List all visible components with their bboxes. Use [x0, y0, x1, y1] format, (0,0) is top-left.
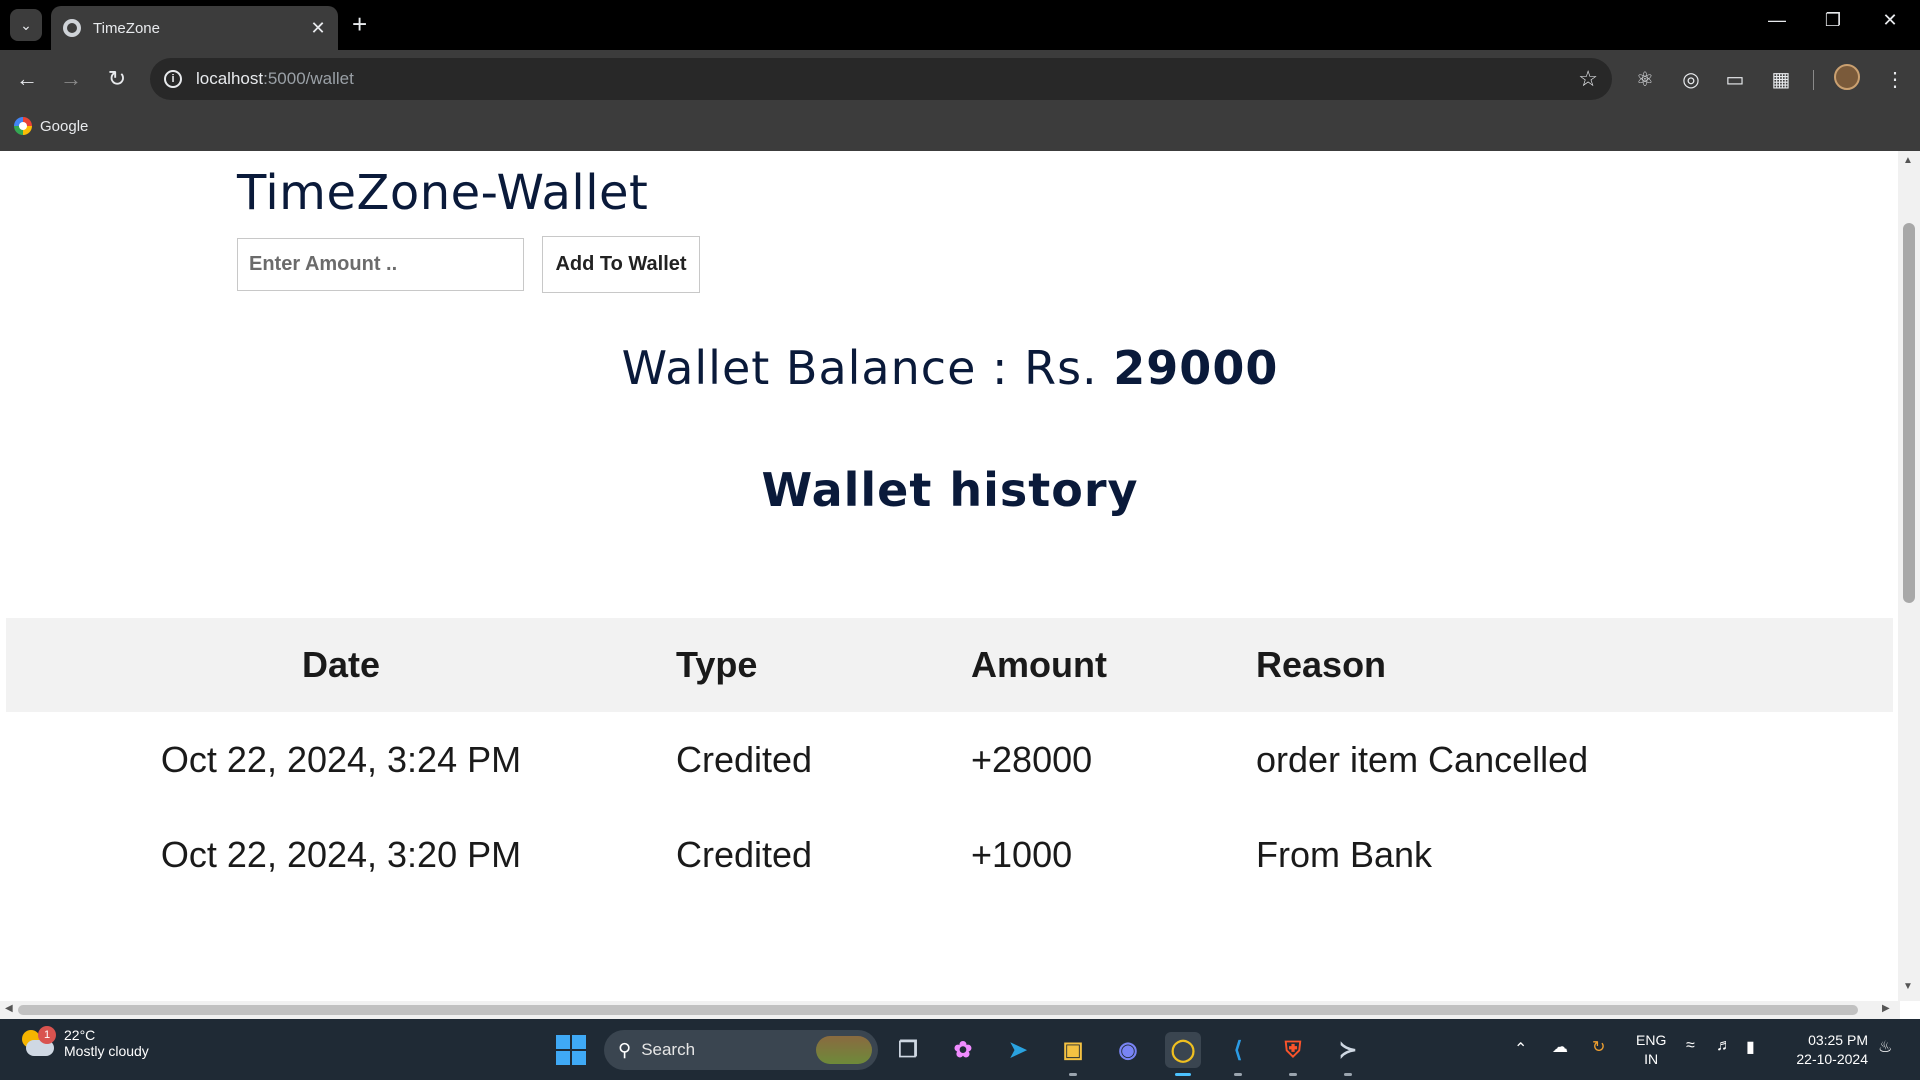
windows-taskbar: 1 22°C Mostly cloudy ⚲ Search ❐ ✿ ➤ ▣ ◉ … [0, 1019, 1920, 1080]
address-bar[interactable]: i localhost:5000/wallet ☆ [150, 58, 1612, 100]
vscode-icon[interactable]: ⟨ [1220, 1032, 1256, 1076]
header-reason: Reason [1256, 644, 1387, 685]
chevron-up-icon[interactable]: ⌃ [1514, 1039, 1527, 1059]
scroll-down-icon[interactable]: ▼ [1903, 981, 1913, 992]
star-icon[interactable]: ☆ [1578, 66, 1598, 92]
target-extension-icon[interactable]: ◎ [1676, 64, 1706, 94]
cell-reason: order item Cancelled [1256, 738, 1589, 780]
file-explorer-icon[interactable]: ▣ [1055, 1032, 1091, 1076]
scroll-up-icon[interactable]: ▲ [1903, 155, 1913, 166]
horizontal-scrollbar[interactable]: ◀ ▶ [0, 1001, 1900, 1019]
weather-badge: 1 [38, 1026, 56, 1044]
search-icon: ⚲ [618, 1039, 632, 1060]
table-row: Oct 22, 2024, 3:20 PM Credited +1000 Fro… [6, 807, 1893, 902]
bookmarks-bar: Google [0, 108, 1920, 151]
globe-icon [63, 19, 81, 37]
browser-tab[interactable]: TimeZone ✕ [51, 6, 338, 50]
wallet-balance: Wallet Balance : Rs. 29000 [0, 341, 1900, 395]
terminal-icon[interactable]: ≻ [1330, 1032, 1366, 1076]
weather-temp: 22°C [64, 1027, 96, 1043]
scroll-left-icon[interactable]: ◀ [5, 1003, 13, 1014]
brave-icon[interactable]: ⛨ [1275, 1032, 1311, 1076]
plus-icon[interactable]: + [352, 10, 367, 38]
clock[interactable]: 03:25 PM 22-10-2024 [1786, 1031, 1868, 1069]
cell-amount: +1000 [971, 833, 1073, 875]
header-type: Type [676, 644, 758, 685]
cell-date: Oct 22, 2024, 3:20 PM [160, 833, 522, 875]
cell-date: Oct 22, 2024, 3:24 PM [160, 738, 522, 780]
minimize-icon[interactable]: — [1762, 10, 1792, 31]
volume-icon[interactable]: ♬ [1716, 1037, 1732, 1055]
copilot-icon[interactable]: ✿ [945, 1032, 981, 1068]
clock-date: 22-10-2024 [1796, 1051, 1868, 1067]
clock-time: 03:25 PM [1808, 1032, 1868, 1048]
clipboard-extension-icon[interactable]: ▭ [1720, 64, 1750, 94]
search-label: Search [641, 1040, 696, 1059]
discord-icon[interactable]: ◉ [1110, 1032, 1146, 1068]
google-icon [14, 117, 32, 135]
header-amount: Amount [971, 644, 1107, 685]
history-title: Wallet history [761, 463, 1139, 517]
url-host: localhost [196, 69, 264, 88]
bookmark-google[interactable]: Google [14, 117, 88, 135]
close-icon[interactable]: ✕ [306, 18, 330, 39]
vertical-scrollbar[interactable]: ▲ ▼ [1898, 151, 1920, 1001]
notification-bell-icon[interactable]: ♨ [1878, 1037, 1892, 1057]
search-highlight-image [816, 1036, 872, 1064]
onedrive-cloud-icon[interactable]: ☁ [1552, 1037, 1568, 1057]
table-row: Oct 22, 2024, 3:24 PM Credited +28000 or… [6, 712, 1893, 807]
info-icon[interactable]: i [164, 70, 182, 88]
reload-icon[interactable]: ↻ [102, 64, 132, 94]
cell-amount: +28000 [971, 738, 1093, 780]
page-viewport: TimeZone-Wallet Add To Wallet Wallet Bal… [0, 151, 1920, 1019]
amount-input[interactable] [237, 238, 524, 291]
toolbar-divider [1813, 70, 1814, 90]
restore-icon[interactable]: ❐ [1818, 10, 1848, 31]
browser-titlebar: ⌄ TimeZone ✕ + — ❐ ✕ [0, 0, 1920, 50]
chrome-icon[interactable]: ◯ [1165, 1032, 1201, 1076]
horizontal-scroll-thumb[interactable] [18, 1005, 1858, 1015]
wallet-history-table: Date Type Amount Reason Oct 22, 2024, 3:… [6, 618, 1893, 902]
back-arrow-icon[interactable]: ← [12, 64, 42, 94]
react-devtools-icon[interactable]: ⚛ [1630, 64, 1660, 94]
cell-reason: From Bank [1256, 833, 1433, 875]
lang-bottom: IN [1644, 1051, 1659, 1067]
page-title: TimeZone-Wallet [237, 165, 649, 221]
weather-widget[interactable]: 1 22°C Mostly cloudy [20, 1026, 149, 1059]
window-close-icon[interactable]: ✕ [1875, 10, 1905, 31]
puzzle-extensions-icon[interactable]: ▦ [1766, 64, 1796, 94]
url-path: :5000/wallet [263, 69, 354, 88]
weather-desc: Mostly cloudy [64, 1043, 149, 1059]
kebab-menu-icon[interactable]: ⋮ [1880, 64, 1910, 94]
taskbar-search[interactable]: ⚲ Search [604, 1030, 878, 1070]
cell-type: Credited [676, 738, 813, 780]
table-header-row: Date Type Amount Reason [6, 618, 1893, 712]
vertical-scroll-thumb[interactable] [1903, 223, 1915, 603]
battery-icon[interactable]: ▮ [1746, 1037, 1755, 1057]
language-indicator[interactable]: ENG IN [1636, 1031, 1666, 1069]
cell-type: Credited [676, 833, 813, 875]
profile-avatar[interactable] [1834, 64, 1860, 90]
bookmark-label: Google [40, 117, 89, 135]
forward-arrow-icon[interactable]: → [56, 64, 86, 94]
chevron-down-icon[interactable]: ⌄ [10, 9, 42, 41]
header-date: Date [301, 644, 381, 685]
tab-title: TimeZone [93, 19, 160, 37]
scroll-right-icon[interactable]: ▶ [1882, 1003, 1890, 1014]
wifi-icon[interactable]: ≈ [1686, 1037, 1695, 1055]
balance-label: Wallet Balance : Rs. [621, 341, 1098, 395]
balance-value: 29000 [1113, 341, 1279, 395]
add-to-wallet-button[interactable]: Add To Wallet [542, 236, 700, 293]
cloudy-weather-icon: 1 [20, 1026, 56, 1058]
browser-toolbar: ← → ↻ i localhost:5000/wallet ☆ ⚛ ◎ ▭ ▦ … [0, 50, 1920, 108]
sync-icon[interactable]: ↻ [1592, 1037, 1605, 1057]
task-view-icon[interactable]: ❐ [890, 1032, 926, 1068]
telegram-icon[interactable]: ➤ [1000, 1032, 1036, 1068]
windows-start-icon[interactable] [556, 1035, 586, 1065]
lang-top: ENG [1636, 1032, 1667, 1048]
